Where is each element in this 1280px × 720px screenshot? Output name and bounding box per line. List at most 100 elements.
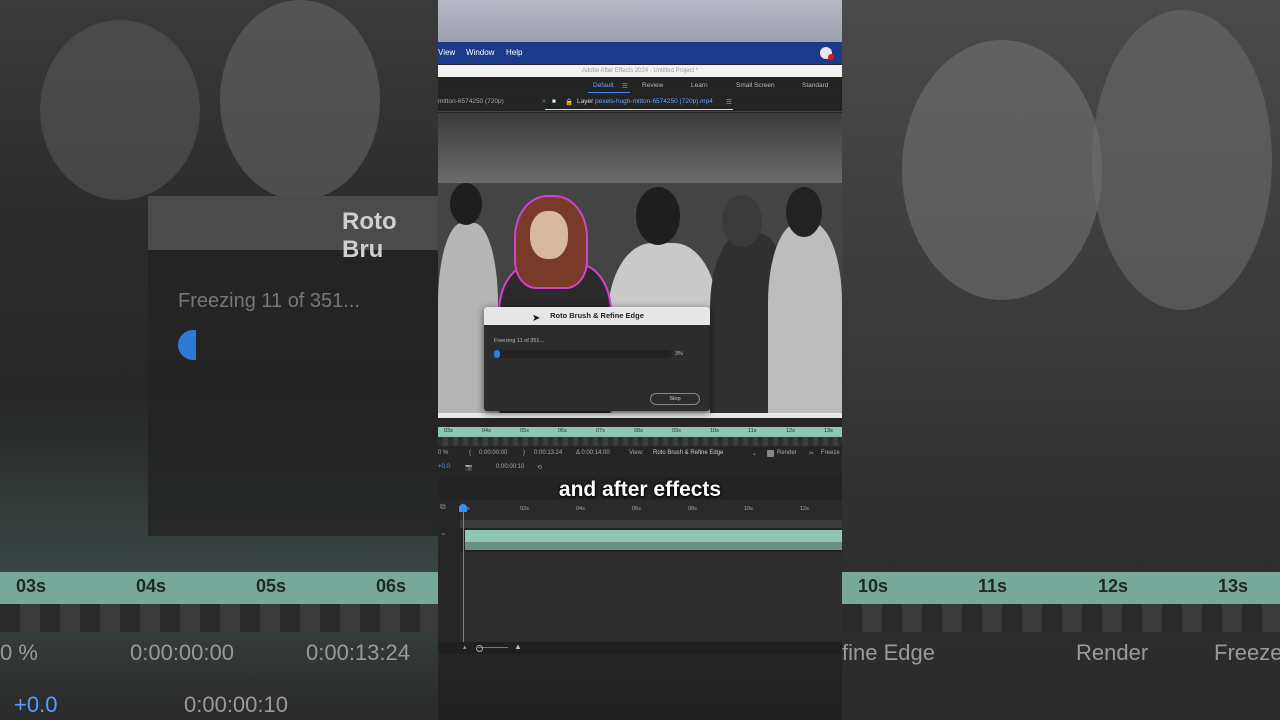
blur-shape	[1092, 10, 1272, 310]
ruler-tick-label: 06s	[558, 428, 567, 434]
exposure-value[interactable]: +0.0	[438, 464, 450, 470]
creative-cloud-icon[interactable]	[820, 47, 834, 60]
ruler-tick-label: 13s	[824, 428, 833, 434]
layer-track-bar[interactable]	[465, 530, 842, 542]
crowd-person	[768, 223, 842, 418]
blur-shape	[220, 0, 380, 200]
background-chevrons-right	[842, 604, 1280, 632]
background-freezing-text: Freezing 11 of 351...	[178, 290, 360, 312]
snapshot-icon[interactable]: ⟲	[537, 464, 542, 471]
blur-shape	[40, 20, 200, 200]
out-point-time[interactable]: 0:00:13:24	[534, 450, 562, 456]
dialog-message: Freezing 11 of 351...	[494, 338, 545, 344]
lock-icon[interactable]: 🔒	[565, 98, 573, 106]
timeline-body[interactable]	[460, 552, 842, 644]
menu-bar: View Window Help	[438, 42, 842, 64]
layer-color-icon: ■	[552, 98, 556, 105]
crowd-person	[450, 183, 482, 225]
layer-track-sub[interactable]	[465, 542, 842, 550]
blur-shape	[902, 40, 1102, 300]
zoom-in-icon[interactable]: ▲	[514, 642, 522, 651]
menu-view[interactable]: View	[438, 48, 455, 57]
workspace-standard[interactable]: Standard	[802, 82, 828, 89]
desktop-bottom	[438, 656, 842, 720]
ruler-tick-label: 09s	[672, 428, 681, 434]
background-render-label: Render	[1076, 640, 1149, 665]
zoom-out-icon[interactable]: ▴	[463, 643, 467, 651]
close-icon[interactable]: ×	[542, 98, 546, 105]
render-label: Render	[777, 450, 797, 456]
work-area-bar[interactable]	[438, 437, 842, 446]
roto-progress-dialog: Roto Brush & Refine Edge Freezing 11 of …	[484, 307, 710, 411]
view-select[interactable]: Roto Brush & Refine Edge	[653, 450, 723, 456]
ruler-tick-label: 07s	[596, 428, 605, 434]
workspace-menu-icon[interactable]: ☰	[622, 82, 628, 90]
viewer-controls-row2: +0.0 📷 0:00:00:10 ⟲	[438, 462, 842, 474]
timeline-navigator[interactable]	[460, 520, 842, 528]
background-ruler: 03s 04s 05s 06s	[0, 572, 438, 604]
zoom-slider-knob[interactable]	[476, 645, 483, 652]
timeline-panel: 0s02s04s06s08s10s12s ⧉ ⌄	[438, 476, 842, 654]
ruler-tick-label: 11s	[748, 428, 757, 434]
zoom-level[interactable]: 0 %	[438, 450, 448, 456]
stop-button[interactable]: Stop	[650, 393, 700, 405]
video-caption: and after effects	[558, 478, 722, 501]
ruler-tick-label: 08s	[634, 428, 643, 434]
ruler-tick-label: 04s	[482, 428, 491, 434]
freeze-icon[interactable]: ✂	[809, 450, 814, 457]
active-tab-underline	[545, 109, 733, 110]
viewer-background	[438, 113, 842, 183]
menu-help[interactable]: Help	[506, 48, 522, 57]
tab-layer-prefix: Layer	[577, 98, 594, 105]
workspace-learn[interactable]: Learn	[691, 82, 708, 89]
ruler-tick-label: 10s	[710, 428, 719, 434]
panel-menu-icon[interactable]: ☰	[726, 98, 732, 106]
mouse-cursor-icon: ➤	[532, 313, 541, 324]
playhead[interactable]	[463, 506, 464, 646]
timeline-tick-label: 02s	[520, 506, 529, 512]
comp-icon[interactable]: ⧉	[440, 502, 446, 512]
timeline-left-column	[438, 500, 460, 650]
background-right-blur: 10s 11s 12s 13s fine Edge Render Freeze	[842, 0, 1280, 720]
viewer-bottom-band	[438, 413, 842, 418]
freeze-label[interactable]: Freeze	[821, 450, 840, 456]
camera-icon[interactable]: 📷	[465, 464, 472, 471]
render-checkbox[interactable]	[767, 450, 774, 457]
window-title: Adobe After Effects 2024 - Untitled Proj…	[438, 65, 842, 77]
chevron-down-icon[interactable]: ⌄	[752, 450, 757, 457]
duration: Δ 0:00:14:00	[576, 450, 610, 456]
current-time[interactable]: 0:00:00:10	[496, 464, 524, 470]
tab-layer[interactable]: pexels-hugh-mitton-6574250 (720p).mp4	[595, 98, 713, 105]
timeline-ruler[interactable]: 0s02s04s06s08s10s12s	[460, 500, 842, 520]
timeline-tick-label: 08s	[688, 506, 697, 512]
ruler-tick-label: 12s	[786, 428, 795, 434]
workspace-small-screen[interactable]: Small Screen	[736, 82, 775, 89]
view-label: View:	[629, 450, 644, 456]
timeline-tick-label: 10s	[744, 506, 753, 512]
background-current-time: 0:00:00:10	[184, 692, 288, 717]
menu-window[interactable]: Window	[466, 48, 494, 57]
background-out-time: 0:00:13:24	[306, 640, 410, 665]
crowd-person	[636, 187, 680, 245]
desktop-top	[438, 0, 842, 42]
crowd-person	[786, 187, 822, 237]
after-effects-window: View Window Help Adobe After Effects 202…	[438, 0, 842, 720]
workspace-active-underline	[588, 92, 630, 93]
layer-time-ruler[interactable]: 03s 04s 05s 06s 07s 08s 09s 10s 11s 12s 13s	[438, 427, 842, 437]
background-exposure: +0.0	[14, 692, 58, 717]
viewer-controls: 0 % { 0:00:00:00 } 0:00:13:24 Δ 0:00:14:…	[438, 448, 842, 460]
tab-composition[interactable]: mitton-6574250 (720p)	[438, 98, 504, 105]
progress-percent: 3%	[675, 351, 683, 357]
out-point-icon[interactable]: }	[523, 450, 525, 456]
in-point-icon[interactable]: {	[469, 450, 471, 456]
panel-tab-bar: mitton-6574250 (720p) × ■ 🔒 Layer pexels…	[438, 95, 842, 112]
progress-bar	[494, 350, 672, 358]
in-point-time[interactable]: 0:00:00:00	[479, 450, 507, 456]
chevron-down-icon[interactable]: ⌄	[440, 528, 447, 537]
background-ruler-right: 10s 11s 12s 13s	[842, 572, 1280, 604]
background-zoom: 0 %	[0, 640, 38, 665]
workspace-review[interactable]: Review	[642, 82, 663, 89]
progress-fill	[494, 350, 500, 358]
workspace-default[interactable]: Default	[593, 82, 614, 89]
background-in-time: 0:00:00:00	[130, 640, 234, 665]
